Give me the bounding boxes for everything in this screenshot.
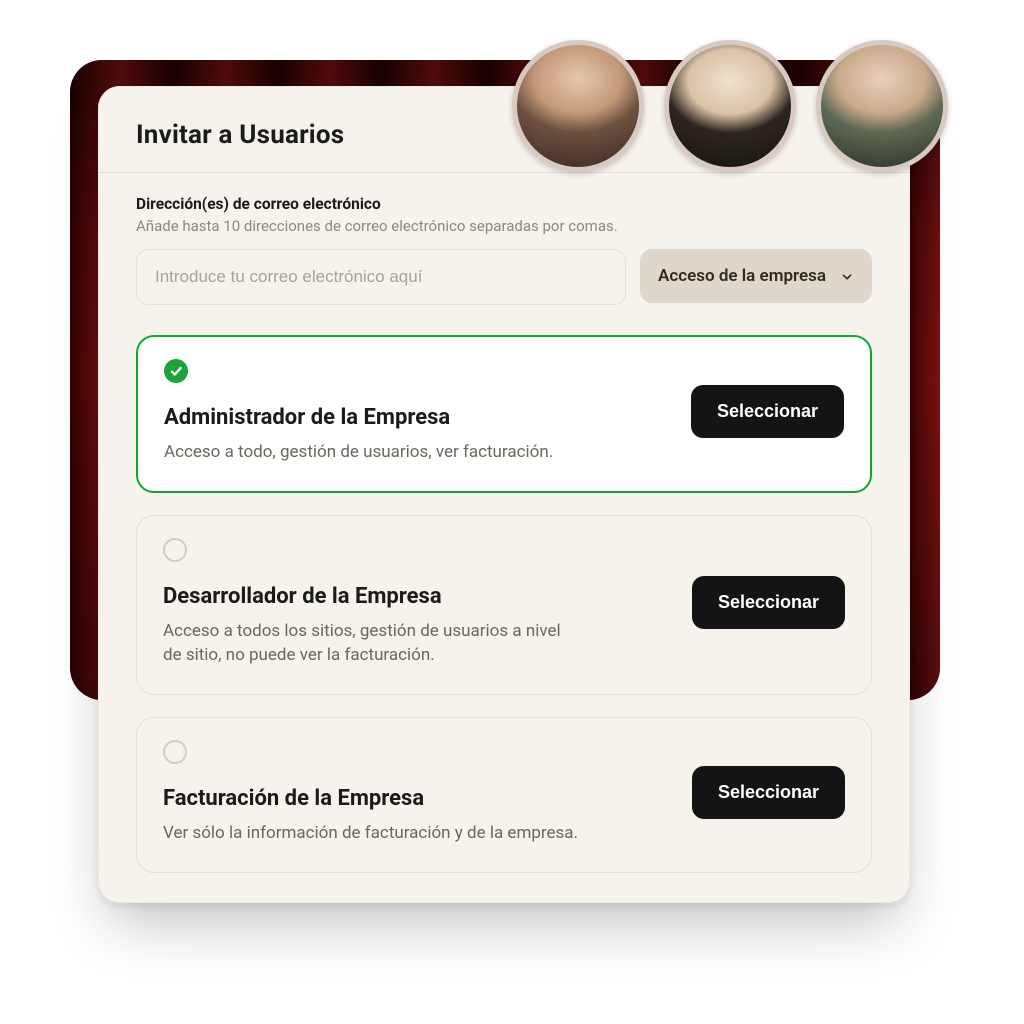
modal-body: Dirección(es) de correo electrónico Añad… (98, 173, 910, 873)
role-title: Facturación de la Empresa (163, 786, 668, 811)
role-card-content: Administrador de la Empresa Acceso a tod… (164, 359, 667, 465)
email-row: Acceso de la empresa (136, 249, 872, 305)
radio-unchecked-icon (163, 740, 187, 764)
company-access-select[interactable]: Acceso de la empresa (640, 249, 872, 303)
chevron-down-icon (840, 269, 854, 283)
role-card-content: Facturación de la Empresa Ver sólo la in… (163, 740, 668, 846)
select-role-button[interactable]: Seleccionar (691, 385, 844, 438)
role-description: Acceso a todos los sitios, gestión de us… (163, 619, 583, 668)
role-card-billing[interactable]: Facturación de la Empresa Ver sólo la in… (136, 717, 872, 873)
radio-unchecked-icon (163, 538, 187, 562)
avatar (512, 40, 644, 172)
email-hint: Añade hasta 10 direcciones de correo ele… (136, 217, 872, 235)
role-title: Desarrollador de la Empresa (163, 584, 668, 609)
invite-users-modal: Invitar a Usuarios Dirección(es) de corr… (98, 86, 910, 903)
email-label: Dirección(es) de correo electrónico (136, 195, 872, 213)
role-description: Ver sólo la información de facturación y… (163, 821, 583, 846)
role-title: Administrador de la Empresa (164, 405, 667, 430)
avatar (816, 40, 948, 172)
company-access-label: Acceso de la empresa (658, 266, 826, 286)
avatar (664, 40, 796, 172)
user-avatar-row (512, 40, 948, 172)
select-role-button[interactable]: Seleccionar (692, 576, 845, 629)
role-list: Administrador de la Empresa Acceso a tod… (136, 335, 872, 873)
email-input[interactable] (136, 249, 626, 305)
role-description: Acceso a todo, gestión de usuarios, ver … (164, 440, 584, 465)
select-role-button[interactable]: Seleccionar (692, 766, 845, 819)
role-card-developer[interactable]: Desarrollador de la Empresa Acceso a tod… (136, 515, 872, 695)
check-circle-icon (164, 359, 188, 383)
role-card-content: Desarrollador de la Empresa Acceso a tod… (163, 538, 668, 668)
role-card-admin[interactable]: Administrador de la Empresa Acceso a tod… (136, 335, 872, 493)
